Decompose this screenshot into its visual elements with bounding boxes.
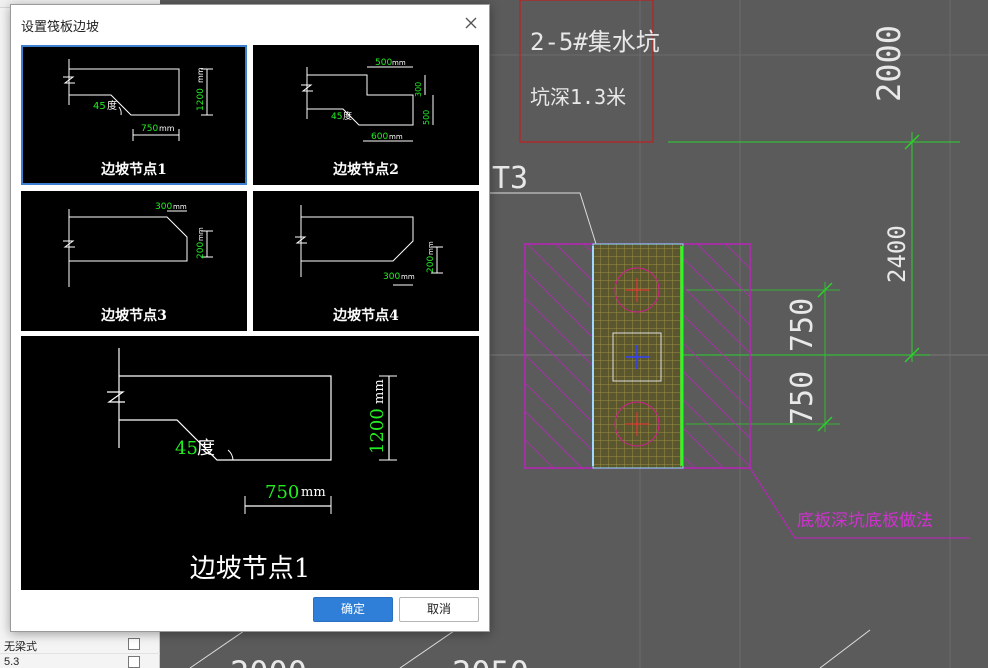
node3-height: 200 (196, 242, 206, 259)
cad-dim-750-a: 750 (785, 298, 820, 352)
node1-angle: 45 (93, 101, 106, 112)
node-preview: 45 度 750 mm 1200 mm 边坡节点1 (21, 336, 479, 590)
property-label: 无梁式 (4, 641, 37, 653)
close-icon[interactable] (463, 15, 479, 31)
property-row[interactable]: 5.3 (0, 654, 160, 668)
node-option-2[interactable]: 500 mm 300 500 45 度 600 mm 边坡节点2 (253, 45, 479, 185)
cad-dim-750-b: 750 (785, 371, 820, 425)
node-option-3[interactable]: 300 mm 200 mm 边坡节点3 (21, 191, 247, 331)
node3-width: 300 (155, 202, 172, 212)
preview-width: 750 (265, 482, 299, 503)
cad-dim-2000: 2000 (870, 25, 908, 102)
preview-angle-unit: 度 (197, 438, 215, 459)
node4-height: 200 (426, 256, 436, 273)
node2-depth: 500 (422, 110, 431, 125)
property-checkbox[interactable] (128, 638, 140, 650)
pit-body[interactable] (592, 243, 684, 469)
cad-tag: T3 (492, 161, 528, 196)
node1-height-unit: mm (196, 67, 205, 83)
property-checkbox[interactable] (128, 656, 140, 668)
preview-caption: 边坡节点1 (189, 554, 311, 584)
node-option-4[interactable]: 300 mm 200 mm 边坡节点4 (253, 191, 479, 331)
node2-angle-unit: 度 (343, 110, 352, 122)
property-label: 5.3 (4, 656, 20, 668)
preview-width-unit: mm (301, 485, 326, 500)
node-caption: 边坡节点1 (101, 162, 167, 178)
cad-bottom-2050: 2050 (452, 654, 529, 668)
node2-bottom-width: 600 (371, 132, 388, 142)
cad-bottom-2000: 2000 (230, 654, 307, 668)
node2-top-width: 500 (375, 58, 392, 68)
preview-angle: 45 (175, 438, 198, 459)
node1-width: 750 (141, 124, 158, 134)
node3-width-unit: mm (173, 203, 187, 211)
cad-pit-depth: 坑深1.3米 (530, 85, 626, 109)
ok-button[interactable]: 确定 (313, 597, 393, 622)
cad-pit-name: 2-5#集水坑 (530, 28, 660, 56)
node2-unit-b: mm (389, 133, 403, 141)
cancel-button[interactable]: 取消 (399, 597, 479, 622)
node1-width-unit: mm (159, 124, 175, 133)
node-caption: 边坡节点3 (101, 308, 167, 324)
node2-step: 300 (414, 82, 423, 97)
node4-height-unit: mm (427, 241, 435, 255)
node3-height-unit: mm (197, 227, 205, 241)
preview-height: 1200 (367, 408, 388, 454)
preview-height-unit: mm (372, 379, 387, 404)
node1-angle-unit: 度 (107, 99, 117, 112)
raft-slope-dialog: 设置筏板边坡 45 度 750 mm 1200 mm 边坡节点1 500 mm … (10, 4, 490, 632)
node4-width: 300 (383, 272, 400, 282)
node4-width-unit: mm (401, 273, 415, 281)
cad-magenta-note: 底板深坑底板做法 (797, 511, 933, 531)
node2-unit-a: mm (392, 59, 406, 67)
property-row[interactable]: 无梁式 (0, 636, 160, 654)
node-caption: 边坡节点4 (333, 308, 399, 324)
cad-dim-2400: 2400 (883, 225, 911, 283)
node-caption: 边坡节点2 (333, 162, 399, 178)
dialog-title: 设置筏板边坡 (21, 19, 100, 34)
node1-height: 1200 (196, 88, 206, 111)
node2-angle: 45 (331, 112, 342, 122)
node-option-1[interactable]: 45 度 750 mm 1200 mm 边坡节点1 (21, 45, 247, 185)
